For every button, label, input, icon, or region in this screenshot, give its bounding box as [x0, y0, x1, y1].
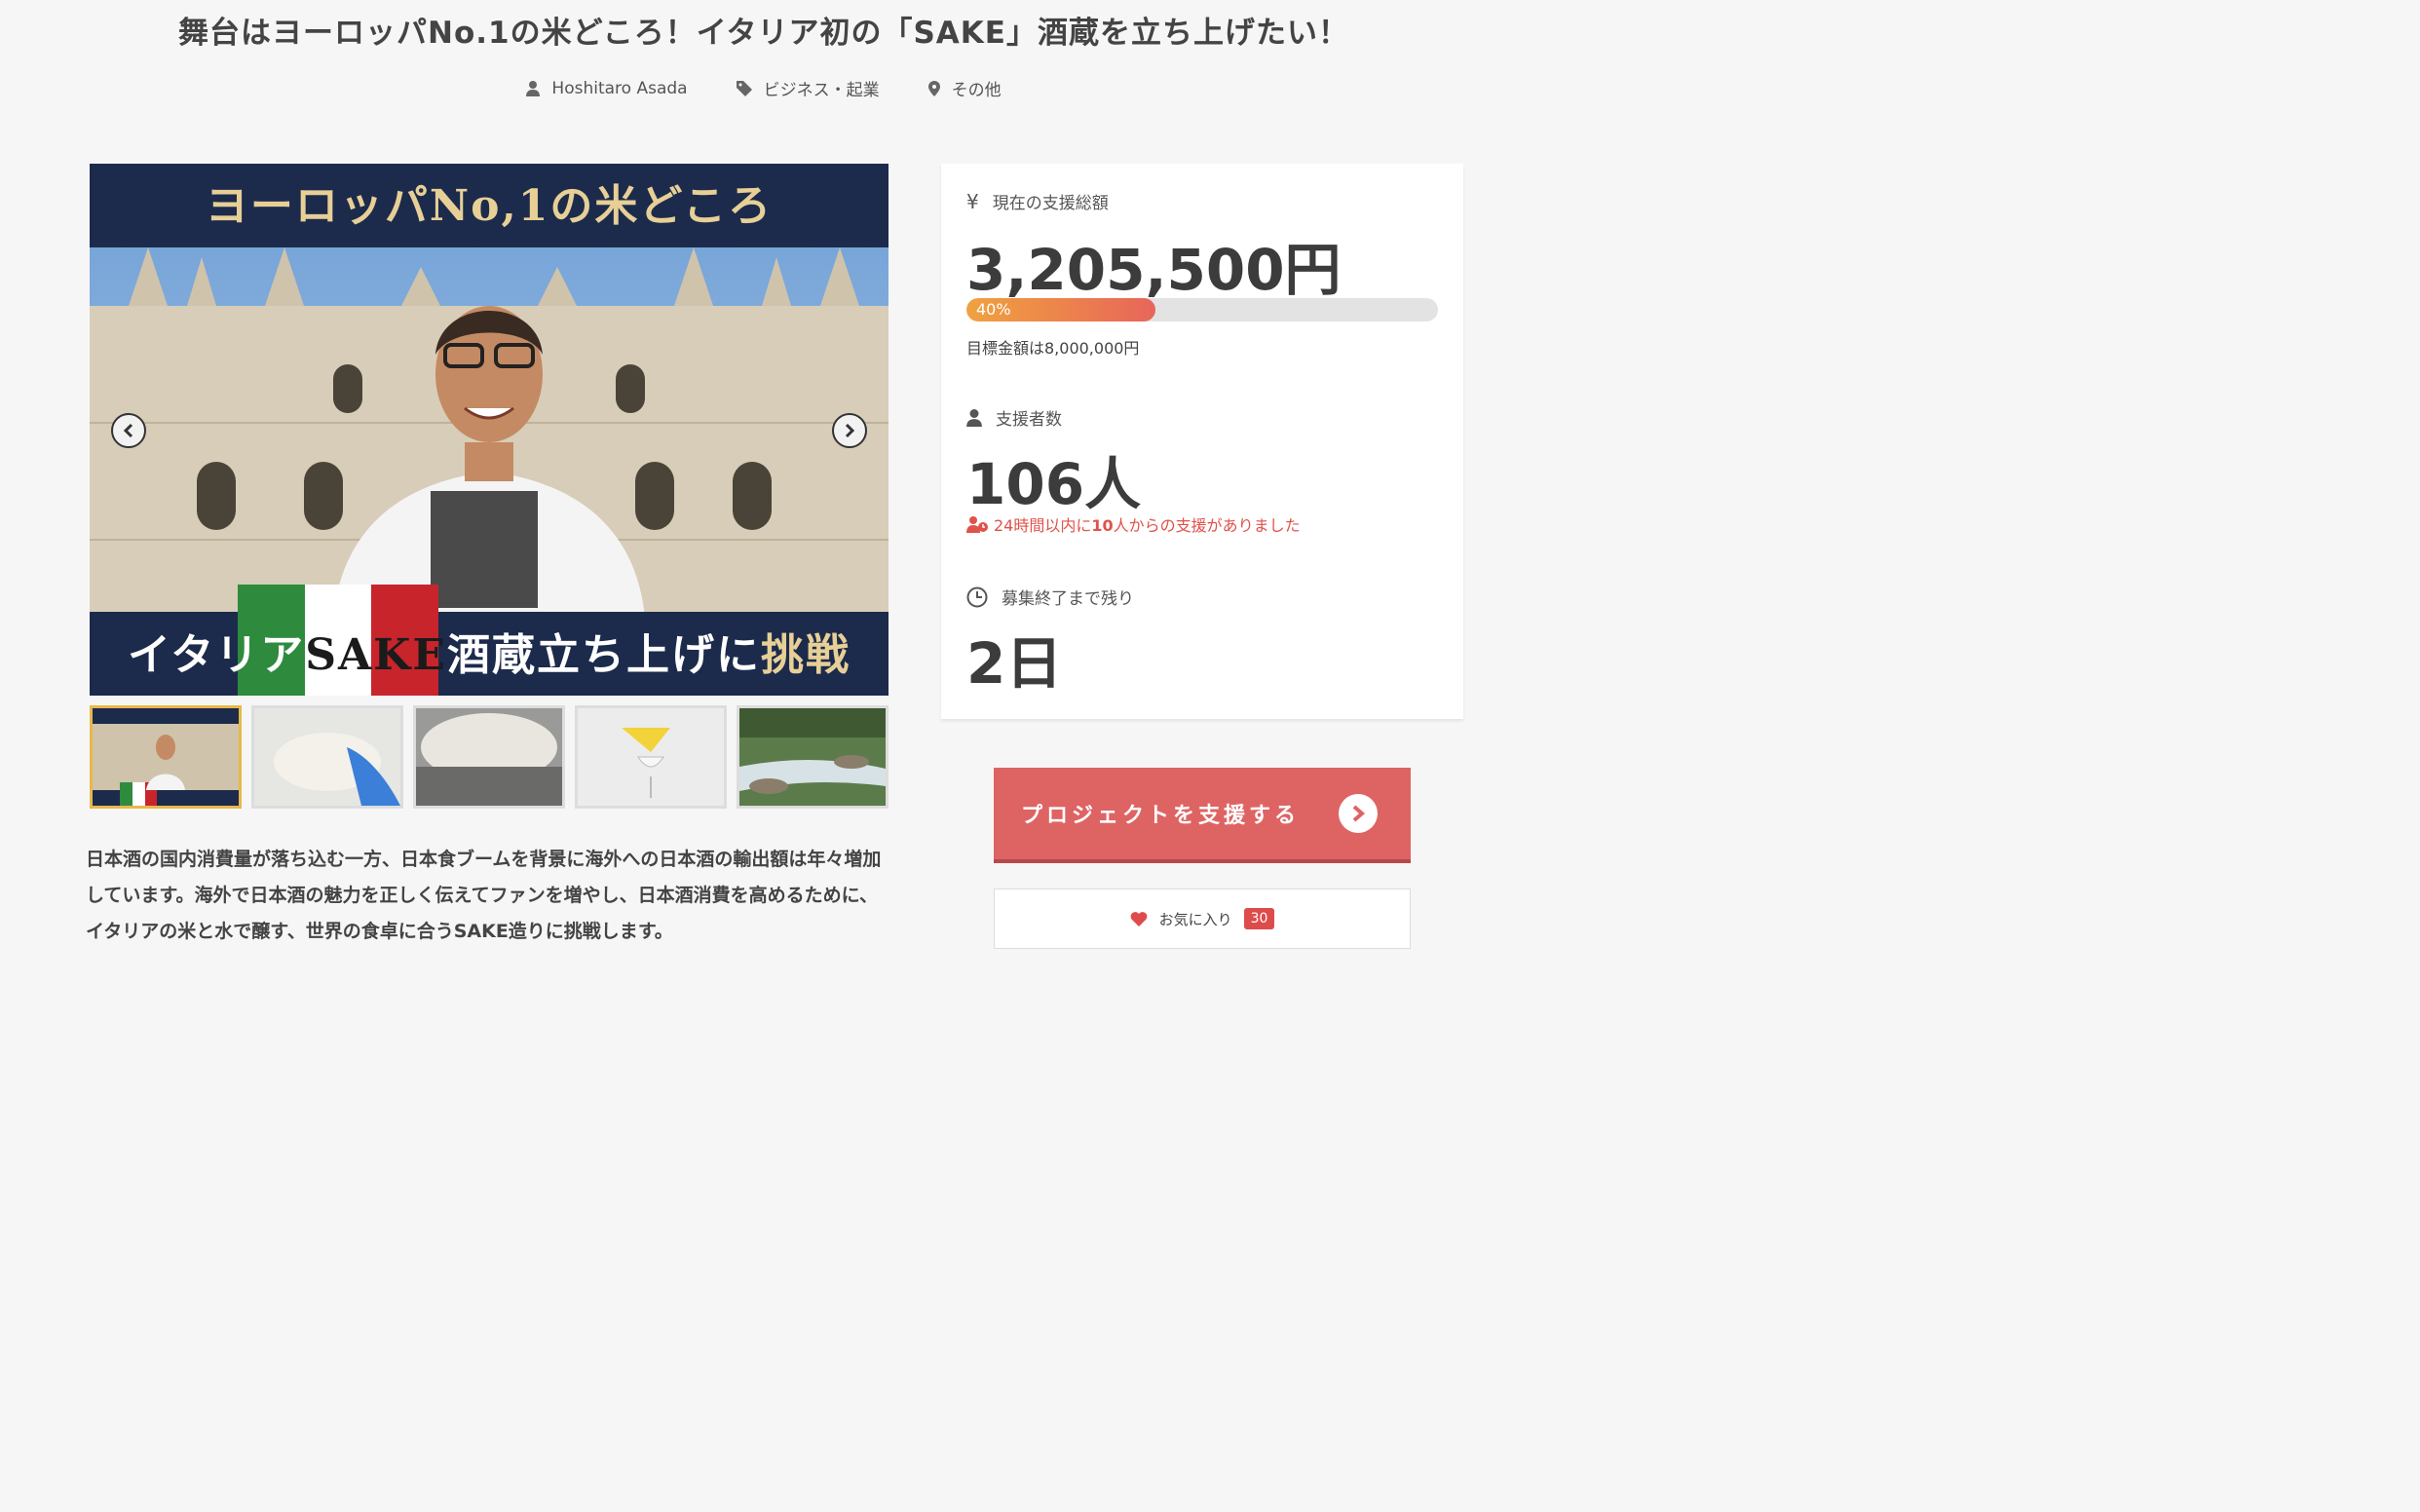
project-meta: Hoshitaro Asada ビジネス・起業 その他 — [0, 76, 1528, 100]
cathedral-image — [90, 247, 889, 618]
amount-value: 3,205,500円 — [966, 237, 1342, 303]
remaining-label: 募集終了まで残り — [1002, 589, 1134, 609]
recent-support-notice: 24時間以内に10人からの支援がありました — [966, 512, 1301, 536]
carousel-prev-button[interactable] — [111, 413, 146, 448]
remaining-label-row: 募集終了まで残り — [966, 585, 1134, 609]
backers-label-row: 支援者数 — [966, 405, 1062, 430]
favorite-count-badge: 30 — [1243, 908, 1275, 929]
funding-progress-bar: 40% — [966, 298, 1438, 321]
hero-bottom-text: イタリアSAKE酒蔵立ち上げに挑戦 — [128, 630, 851, 680]
thumb-river[interactable] — [737, 705, 889, 809]
clock-icon — [966, 586, 988, 607]
category-meta[interactable]: ビジネス・起業 — [736, 76, 880, 100]
hero-carousel[interactable]: ヨーロッパNo,1の米どころ イタリアSAKE酒蔵立ち上げに挑戦 — [90, 164, 889, 696]
carousel-next-button[interactable] — [832, 413, 867, 448]
category-name: ビジネス・起業 — [763, 81, 880, 100]
goal-amount: 目標金額は8,000,000円 — [966, 339, 1140, 358]
page-title: 舞台はヨーロッパNo.1の米どころ！イタリア初の「SAKE」酒蔵を立ち上げたい！ — [178, 16, 1349, 51]
yen-icon: ¥ — [966, 189, 979, 213]
thumb-cathedral[interactable] — [90, 705, 242, 809]
author-meta[interactable]: Hoshitaro Asada — [526, 76, 688, 100]
tag-icon — [736, 80, 752, 96]
progress-fill: 40% — [966, 298, 1155, 321]
heart-icon — [1130, 912, 1147, 926]
user-icon — [966, 408, 982, 427]
author-name: Hoshitaro Asada — [551, 78, 688, 98]
favorite-button[interactable]: お気に入り 30 — [994, 888, 1411, 949]
funding-stats-card: ¥ 現在の支援総額 3,205,500円 40% 目標金額は8,000,000円… — [941, 164, 1463, 719]
thumb-tank[interactable] — [413, 705, 565, 809]
hero-top-banner: ヨーロッパNo,1の米どころ — [90, 164, 889, 247]
backers-value: 106人 — [966, 451, 1142, 517]
support-project-button[interactable]: プロジェクトを支援する — [994, 768, 1411, 863]
favorite-label: お気に入り — [1158, 910, 1232, 928]
location-meta[interactable]: その他 — [927, 76, 1002, 100]
backers-label: 支援者数 — [996, 410, 1062, 430]
amount-label-row: ¥ 現在の支援総額 — [966, 189, 1109, 214]
user-clock-icon — [966, 516, 988, 533]
remaining-value: 2日 — [966, 630, 1063, 697]
thumb-rice[interactable] — [251, 705, 403, 809]
location-name: その他 — [951, 81, 1002, 100]
user-icon — [526, 80, 541, 96]
thumbnail-strip — [90, 705, 889, 809]
thumb-funnel[interactable] — [575, 705, 727, 809]
project-description: 日本酒の国内消費量が落ち込む一方、日本食ブームを背景に海外への日本酒の輸出額は年… — [86, 849, 882, 942]
map-pin-icon — [927, 80, 940, 96]
support-button-label: プロジェクトを支援する — [1021, 804, 1301, 828]
chevron-left-icon — [123, 423, 133, 438]
chevron-right-icon — [1339, 794, 1378, 833]
amount-label: 現在の支援総額 — [992, 194, 1109, 213]
chevron-right-icon — [845, 423, 855, 438]
